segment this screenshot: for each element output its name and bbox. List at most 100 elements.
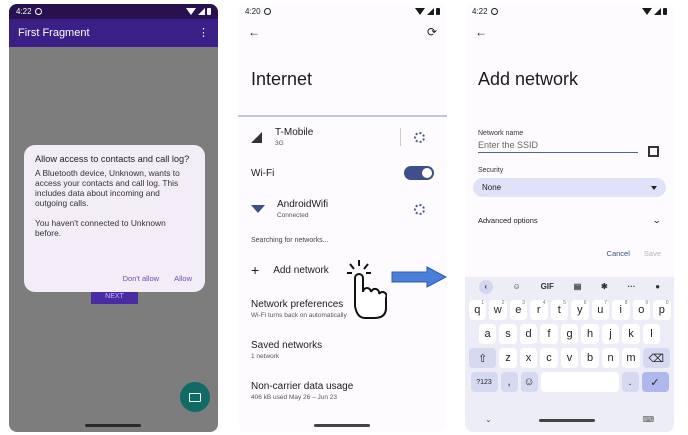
back-arrow-icon[interactable]: ← (475, 25, 487, 39)
space-key[interactable] (540, 372, 619, 392)
allow-button[interactable]: Allow (174, 274, 192, 283)
keyboard-switch-icon[interactable]: ⌨ (642, 415, 654, 424)
key-row-1: q1w2e3r4t5y6u7i8o9p0 (465, 300, 674, 320)
key-number-hint: 1 (481, 300, 484, 306)
backspace-key[interactable]: ⌫ (642, 348, 670, 368)
saved-sub: 1 network (251, 353, 280, 360)
clipboard-icon[interactable]: ▤ (574, 282, 582, 291)
key-j[interactable]: j (601, 324, 620, 344)
key-w[interactable]: w2 (489, 300, 507, 320)
status-bar: 4:22 (9, 4, 218, 19)
internet-reset-icon[interactable]: ⟳ (427, 25, 437, 39)
dialog-title: Allow access to contacts and call log? (35, 154, 190, 164)
key-c[interactable]: c (540, 348, 558, 368)
settings-status-icon (263, 8, 271, 16)
wifi-label: Wi-Fi (251, 167, 275, 179)
key-r[interactable]: r4 (530, 300, 548, 320)
arrow-right-icon (391, 266, 447, 288)
key-d[interactable]: d (519, 324, 538, 344)
network-row[interactable]: AndroidWifi Connected (238, 189, 447, 229)
battery-icon (436, 8, 440, 15)
enter-key[interactable]: ✓ (641, 372, 669, 392)
more-icon[interactable]: ··· (627, 282, 635, 291)
key-s[interactable]: s (499, 324, 517, 344)
key-h[interactable]: h (581, 324, 599, 344)
symbols-key[interactable]: ?123 (470, 372, 498, 392)
key-q[interactable]: q1 (468, 300, 486, 320)
key-a[interactable]: a (478, 324, 497, 344)
advanced-options-label: Advanced options (478, 216, 538, 225)
key-t[interactable]: t5 (550, 300, 568, 320)
gif-button[interactable]: GIF (541, 282, 554, 291)
key-u[interactable]: u7 (591, 300, 609, 320)
usage-sub: 406 kB used May 26 – Jun 23 (251, 394, 338, 401)
battery-icon (663, 8, 667, 15)
key-g[interactable]: g (560, 324, 579, 344)
top-bar: ← ⟳ (238, 19, 447, 45)
hide-keyboard-icon[interactable]: ⌄ (485, 415, 492, 424)
overflow-menu-icon[interactable]: ⋮ (198, 27, 209, 39)
wifi-toggle-row[interactable]: Wi-Fi (238, 157, 447, 189)
status-bar: 4:22 (465, 4, 674, 19)
period-key[interactable]: . (621, 372, 639, 392)
email-fab-button[interactable] (180, 382, 210, 412)
keyboard-back-icon[interactable]: ‹ (478, 279, 493, 294)
gear-icon[interactable] (414, 203, 425, 215)
shift-key[interactable]: ⇧ (469, 348, 497, 368)
key-v[interactable]: v (560, 348, 579, 368)
key-n[interactable]: n (601, 348, 620, 368)
key-o[interactable]: o9 (632, 300, 650, 320)
comma-key[interactable]: , (500, 372, 518, 392)
ssid-input[interactable]: Enter the SSID (478, 140, 638, 153)
key-row-4: ?123 , ☺ . ✓ (465, 372, 674, 392)
dont-allow-button[interactable]: Don't allow (123, 274, 159, 283)
key-row-2: asdfghjkl (465, 324, 674, 344)
gear-icon[interactable] (414, 131, 425, 143)
key-k[interactable]: k (622, 324, 640, 344)
key-m[interactable]: m (622, 348, 640, 368)
key-f[interactable]: f (540, 324, 558, 344)
wifi-toggle[interactable] (404, 166, 434, 180)
dropdown-caret-icon (651, 185, 657, 190)
permission-dialog: Allow access to contacts and call log? A… (24, 145, 205, 292)
security-dropdown[interactable]: None (473, 178, 666, 197)
keyboard-settings-icon[interactable]: ✱ (601, 282, 608, 291)
page-title: Internet (251, 69, 313, 89)
save-button[interactable]: Save (644, 249, 661, 258)
emoji-sticker-icon[interactable]: ☺ (513, 282, 521, 291)
gesture-nav-bar[interactable] (314, 424, 370, 427)
usage-title: Non-carrier data usage (251, 381, 354, 392)
dialog-body: A Bluetooth device, Unknown, wants to ac… (35, 168, 194, 238)
key-l[interactable]: l (642, 324, 661, 344)
cell-signal-icon (251, 131, 262, 143)
network-name: AndroidWifi (277, 199, 329, 210)
prefs-title: Network preferences (251, 299, 344, 310)
key-e[interactable]: e3 (509, 300, 527, 320)
cancel-button[interactable]: Cancel (607, 249, 630, 258)
key-p[interactable]: p0 (653, 300, 671, 320)
mail-icon (189, 392, 201, 402)
add-network-label: Add network (273, 264, 329, 276)
data-usage-row[interactable]: Non-carrier data usage 406 kB used May 26… (238, 371, 447, 411)
mic-icon[interactable]: ● (655, 282, 660, 291)
key-x[interactable]: x (519, 348, 538, 368)
qr-scan-icon[interactable] (648, 146, 659, 157)
top-bar: ← (465, 19, 674, 45)
carrier-name: T-Mobile (275, 127, 314, 138)
network-name-label: Network name (478, 130, 524, 137)
key-b[interactable]: b (581, 348, 599, 368)
saved-networks-row[interactable]: Saved networks 1 network (238, 329, 447, 371)
network-preferences-row[interactable]: Network preferences Wi-Fi turns back on a… (238, 289, 447, 329)
advanced-options-row[interactable]: Advanced options ⌄ (465, 215, 674, 226)
carrier-row[interactable]: T-Mobile 3G (238, 117, 447, 157)
dialog-actions: Don't allow Allow (123, 274, 192, 283)
gesture-nav-bar[interactable] (85, 424, 141, 427)
key-i[interactable]: i8 (612, 300, 630, 320)
key-number-hint: 6 (583, 300, 587, 306)
key-z[interactable]: z (499, 348, 517, 368)
back-arrow-icon[interactable]: ← (248, 25, 260, 39)
gesture-nav-bar[interactable] (539, 419, 596, 422)
battery-icon (207, 8, 211, 15)
emoji-key[interactable]: ☺ (520, 372, 538, 392)
key-y[interactable]: y6 (571, 300, 589, 320)
